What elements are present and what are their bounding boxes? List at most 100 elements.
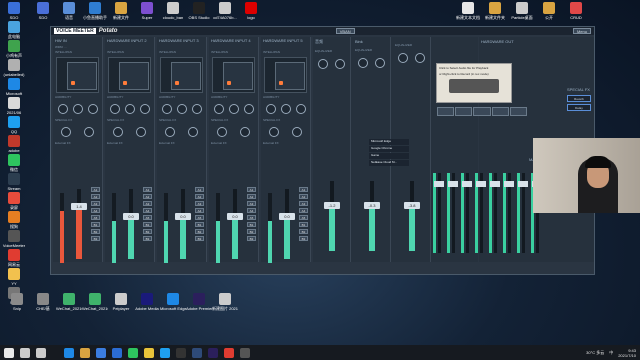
fader-cap[interactable]: 1.4	[71, 202, 87, 210]
external-fx-item[interactable]: Google Chrome	[369, 146, 409, 152]
bus-button[interactable]: B2	[247, 229, 256, 234]
virtual-fader-cap[interactable]: -3.8	[404, 202, 420, 209]
bus-button[interactable]: B2	[299, 229, 308, 234]
delay-button[interactable]: Delay	[567, 104, 591, 111]
eq-knob[interactable]	[374, 58, 385, 68]
bus-button[interactable]: B2	[143, 229, 152, 234]
delay-knob[interactable]	[83, 127, 94, 137]
color-panel[interactable]	[223, 62, 253, 90]
desktop-icon[interactable]: Microsoft Edge	[160, 293, 186, 311]
strip-name[interactable]: HARDWARE INPUT 4	[209, 37, 258, 45]
cassette-transport-controls[interactable]	[437, 107, 528, 116]
desktop-icon[interactable]: Snip	[4, 293, 30, 311]
bus-button[interactable]: A2	[299, 194, 308, 199]
bus-button[interactable]: B3	[143, 236, 152, 241]
eq-knob[interactable]	[318, 59, 329, 69]
desktop-icon[interactable]: 搜狗	[1, 211, 27, 229]
desktop-icon[interactable]: 小鸡有声	[1, 40, 27, 58]
obs-icon[interactable]	[176, 347, 186, 358]
desktop-icon[interactable]: YY	[1, 268, 27, 286]
chrome-icon[interactable]	[144, 347, 154, 358]
terminal-icon[interactable]	[240, 347, 250, 358]
output-fader-cap[interactable]	[448, 181, 458, 187]
desktop-icon[interactable]: Super	[134, 2, 160, 20]
output-fader-cap[interactable]	[504, 181, 514, 187]
fader-cap[interactable]: 0.0	[227, 213, 243, 220]
play-button[interactable]	[491, 107, 509, 116]
bus-button[interactable]: A5	[143, 215, 152, 220]
bus-button[interactable]: A2	[143, 194, 152, 199]
comp-knob[interactable]	[109, 104, 120, 114]
search-icon[interactable]	[20, 347, 30, 358]
delay-knob[interactable]	[239, 127, 250, 137]
audibility-knob[interactable]	[176, 104, 187, 114]
reverb-knob[interactable]	[113, 127, 124, 137]
output-fader-cap[interactable]	[518, 181, 528, 187]
forward-button[interactable]	[455, 107, 473, 116]
desktop-icon[interactable]: 此电脑	[1, 21, 27, 39]
virtual-fader-cap[interactable]: -1.2	[324, 202, 340, 209]
desktop-icon[interactable]: adobe	[1, 135, 27, 153]
wechat-icon[interactable]	[128, 347, 138, 358]
virtual-strip-name[interactable]: Bink	[353, 37, 390, 46]
intellipan-pad[interactable]	[108, 57, 151, 93]
desktop-icon[interactable]: 小鱼直播助手	[82, 2, 108, 20]
desktop-icon[interactable]: Particle桌面	[509, 2, 535, 20]
gate-knob[interactable]	[87, 104, 98, 114]
desktop-icon[interactable]: VoiceMeeter	[1, 230, 27, 248]
desktop-icon[interactable]: 新建文件	[108, 2, 134, 20]
color-panel[interactable]	[67, 62, 97, 90]
color-panel[interactable]	[171, 62, 201, 90]
intellipan-pad[interactable]	[264, 57, 307, 93]
bus-button[interactable]: B1	[247, 222, 256, 227]
bus-button[interactable]: A1	[143, 187, 152, 192]
bus-button[interactable]: A2	[195, 194, 204, 199]
desktop-icon[interactable]: 语音	[56, 2, 82, 20]
gate-knob[interactable]	[191, 104, 202, 114]
pan-cursor[interactable]	[71, 81, 75, 85]
intellipan-pad[interactable]	[212, 57, 255, 93]
store-icon[interactable]	[96, 347, 106, 358]
bus-button[interactable]: A4	[91, 208, 100, 213]
virtual-fader-cap[interactable]: -0.3	[364, 202, 380, 209]
bus-button[interactable]: B3	[195, 236, 204, 241]
desktop-icon[interactable]: Microsoft	[1, 78, 27, 96]
bus-button[interactable]: A1	[299, 187, 308, 192]
bus-button[interactable]: A4	[247, 208, 256, 213]
fader-cap[interactable]: 0.0	[123, 213, 139, 220]
bus-button[interactable]: B2	[91, 229, 100, 234]
desktop-icon[interactable]: 新建图片 2021062	[212, 293, 238, 311]
bus-button[interactable]: B3	[247, 236, 256, 241]
premiere-icon[interactable]	[208, 347, 218, 358]
reverb-knob[interactable]	[165, 127, 176, 137]
strip-name[interactable]: HW IN	[53, 37, 102, 45]
comp-knob[interactable]	[213, 104, 224, 114]
fader-cap[interactable]: 0.0	[175, 213, 191, 220]
bus-button[interactable]: B1	[195, 222, 204, 227]
voicemeeter-title-bar[interactable]: VOICE MEETER Potato VBAN Menu	[51, 27, 594, 35]
intellipan-pad[interactable]	[56, 57, 99, 93]
desktop-icon[interactable]: 公开	[536, 2, 562, 20]
qq-icon[interactable]	[160, 347, 170, 358]
strip-name[interactable]: HARDWARE INPUT 5	[261, 37, 310, 45]
desktop-icon[interactable]: 录屏	[1, 192, 27, 210]
eq-knob[interactable]	[414, 53, 425, 63]
color-panel[interactable]	[119, 62, 149, 90]
pan-cursor[interactable]	[227, 81, 231, 85]
weather-widget[interactable]: 30°C 多云	[586, 350, 604, 356]
bus-button[interactable]: B1	[299, 222, 308, 227]
bus-button[interactable]: A5	[91, 215, 100, 220]
desktop-icon[interactable]: logo	[238, 2, 264, 20]
desktop-icon[interactable]: 新建文本文档	[455, 2, 481, 20]
voicemeeter-window[interactable]: VOICE MEETER Potato VBAN Menu HW IN WDM: …	[50, 26, 595, 275]
color-panel[interactable]	[275, 62, 305, 90]
desktop-icon[interactable]: CHE/基	[30, 293, 56, 311]
clock[interactable]: 9:43 2021/7/10	[618, 348, 636, 358]
desktop-icon[interactable]: (unlabelled)	[1, 59, 27, 77]
netease-icon[interactable]	[224, 347, 234, 358]
desktop-icon[interactable]: WeChat_2021052	[56, 293, 82, 311]
eq-knob[interactable]	[334, 59, 345, 69]
external-fx-list[interactable]: Microsoft Edge Google Chrome Game NetEase C…	[369, 139, 409, 199]
output-bus-fader[interactable]	[489, 167, 501, 257]
desktop-icon[interactable]: 新建文件夹	[482, 2, 508, 20]
